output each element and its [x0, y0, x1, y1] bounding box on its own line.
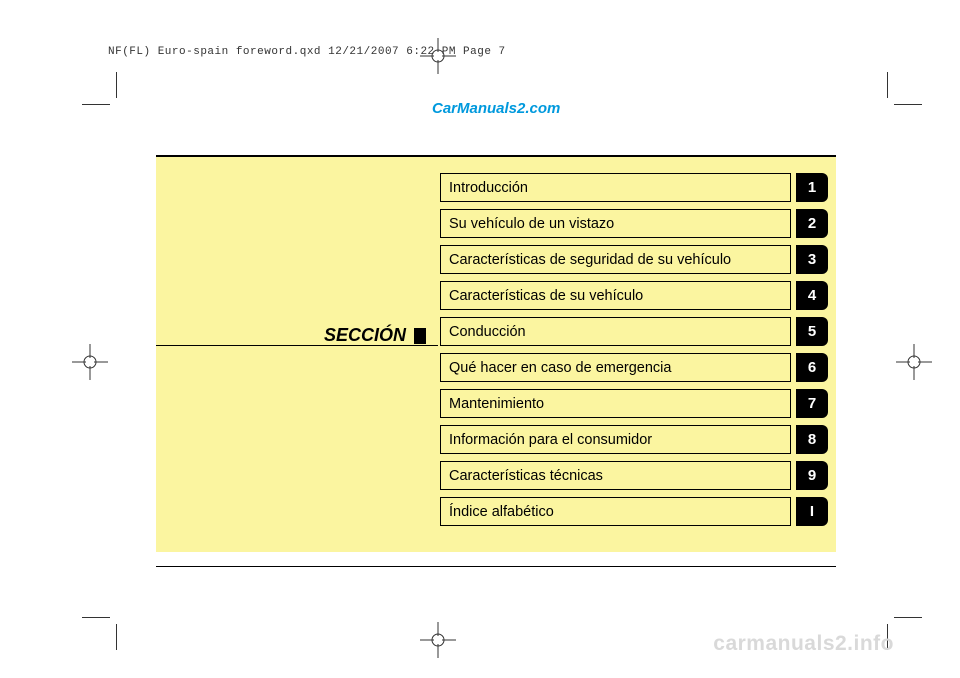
crop-mark	[82, 617, 110, 618]
bottom-rule	[156, 566, 836, 567]
toc-item: Índice alfabético I	[440, 497, 828, 526]
toc-item-label: Introducción	[440, 173, 791, 202]
toc-item-tab: 7	[796, 389, 828, 418]
crop-mark	[894, 104, 922, 105]
toc-item-label: Características técnicas	[440, 461, 791, 490]
page-content: SECCIÓN Introducción 1 Su vehículo de un…	[156, 155, 836, 567]
crop-mark	[82, 104, 110, 105]
toc-item-tab: 9	[796, 461, 828, 490]
section-marker-icon	[414, 328, 426, 344]
toc-item: Información para el consumidor 8	[440, 425, 828, 454]
toc-item: Su vehículo de un vistazo 2	[440, 209, 828, 238]
toc-item-label: Características de seguridad de su vehíc…	[440, 245, 791, 274]
toc-item-tab: I	[796, 497, 828, 526]
toc-item-tab: 1	[796, 173, 828, 202]
toc-item-tab: 2	[796, 209, 828, 238]
toc-item: Características de su vehículo 4	[440, 281, 828, 310]
toc-list: Introducción 1 Su vehículo de un vistazo…	[440, 173, 828, 526]
toc-item-tab: 8	[796, 425, 828, 454]
toc-item-label: Índice alfabético	[440, 497, 791, 526]
toc-item-label: Conducción	[440, 317, 791, 346]
toc-item-tab: 5	[796, 317, 828, 346]
crop-mark	[887, 72, 888, 98]
toc-panel: SECCIÓN Introducción 1 Su vehículo de un…	[156, 157, 836, 552]
section-heading: SECCIÓN	[324, 325, 406, 346]
toc-item-tab: 6	[796, 353, 828, 382]
section-heading-row: SECCIÓN	[156, 325, 426, 346]
crop-mark	[116, 72, 117, 98]
toc-item: Características técnicas 9	[440, 461, 828, 490]
registration-mark-tl	[420, 38, 456, 74]
toc-item-label: Qué hacer en caso de emergencia	[440, 353, 791, 382]
section-underline	[156, 345, 438, 346]
site-watermark: carmanuals2.info	[713, 632, 894, 656]
registration-mark-right	[896, 344, 932, 380]
registration-mark-bottom	[420, 622, 456, 658]
toc-item-tab: 3	[796, 245, 828, 274]
crop-mark	[116, 624, 117, 650]
toc-item: Conducción 5	[440, 317, 828, 346]
toc-item-label: Información para el consumidor	[440, 425, 791, 454]
toc-item: Qué hacer en caso de emergencia 6	[440, 353, 828, 382]
toc-item-label: Mantenimiento	[440, 389, 791, 418]
registration-mark-left	[72, 344, 108, 380]
toc-item-tab: 4	[796, 281, 828, 310]
toc-item-label: Características de su vehículo	[440, 281, 791, 310]
crop-mark	[894, 617, 922, 618]
toc-item: Características de seguridad de su vehíc…	[440, 245, 828, 274]
toc-item: Mantenimiento 7	[440, 389, 828, 418]
site-link-top: CarManuals2.com	[432, 100, 560, 117]
toc-item-label: Su vehículo de un vistazo	[440, 209, 791, 238]
toc-item: Introducción 1	[440, 173, 828, 202]
